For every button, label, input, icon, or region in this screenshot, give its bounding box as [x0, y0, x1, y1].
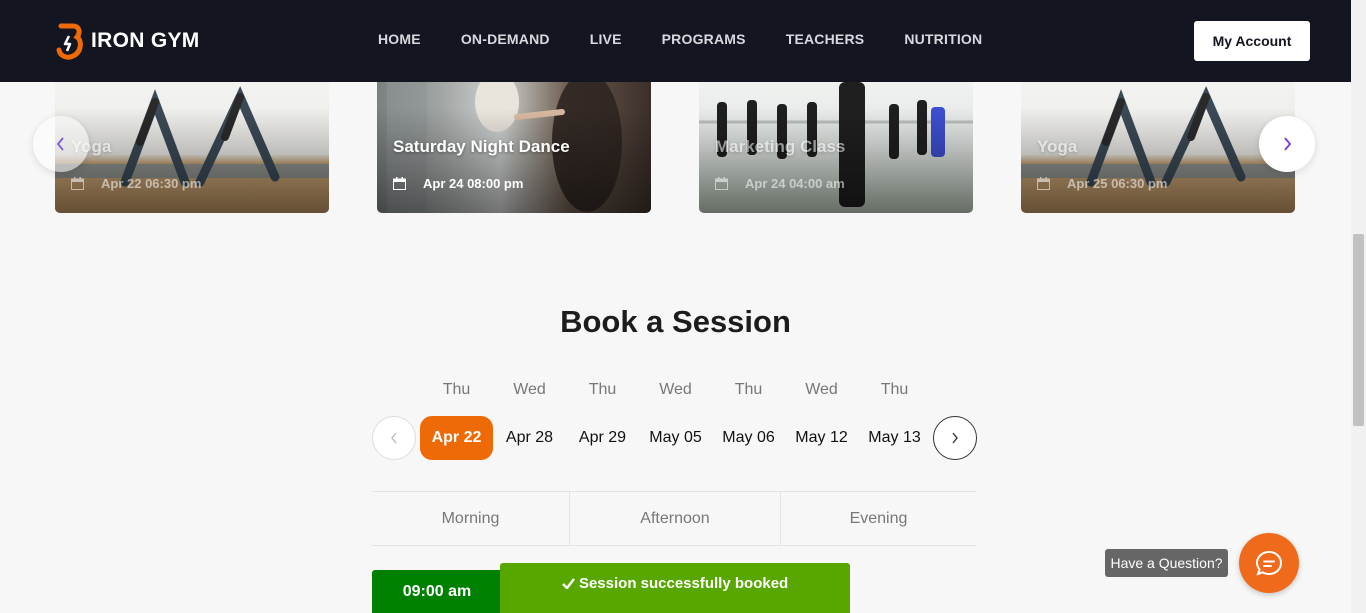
class-date: Apr 25 06:30 pm: [1067, 176, 1168, 191]
my-account-button[interactable]: My Account: [1194, 21, 1310, 61]
weekday-label: Thu: [442, 381, 471, 398]
carousel-next-button[interactable]: [1259, 116, 1315, 172]
date-option[interactable]: Apr 28: [493, 416, 566, 460]
scrollbar-thumb[interactable]: [1353, 234, 1364, 426]
tab-morning[interactable]: Morning: [372, 492, 570, 545]
date-option[interactable]: May 12: [785, 416, 858, 460]
chevron-right-icon: [1284, 137, 1292, 151]
chevron-right-icon: [952, 432, 958, 444]
class-card[interactable]: Saturday Night Dance Apr 24 08:00 pm: [377, 82, 651, 213]
carousel-prev-button[interactable]: [33, 116, 89, 172]
logo[interactable]: IRON GYM: [55, 22, 200, 60]
calendar-icon: [71, 177, 84, 190]
time-of-day-tabs: Morning Afternoon Evening: [372, 491, 976, 546]
site-header: IRON GYM HOME ON-DEMAND LIVE PROGRAMS TE…: [0, 0, 1351, 82]
class-date: Apr 22 06:30 pm: [101, 176, 202, 191]
class-title: Saturday Night Dance: [393, 137, 570, 156]
help-tooltip: Have a Question?: [1105, 549, 1228, 577]
weekday-label: Wed: [513, 381, 546, 398]
chevron-left-icon: [391, 432, 397, 444]
weekday-label: Wed: [659, 381, 692, 398]
class-card[interactable]: Yoga Apr 22 06:30 pm: [55, 82, 329, 213]
calendar-icon: [393, 177, 406, 190]
date-option[interactable]: May 05: [639, 416, 712, 460]
section-title: Book a Session: [560, 304, 791, 339]
logo-icon: [56, 23, 83, 60]
page-scrollbar[interactable]: [1351, 0, 1366, 613]
weekday-label: Thu: [880, 381, 909, 398]
nav-programs[interactable]: PROGRAMS: [662, 31, 746, 47]
nav-home[interactable]: HOME: [378, 31, 421, 47]
nav-teachers[interactable]: TEACHERS: [786, 31, 865, 47]
toast-message: Session successfully booked: [578, 575, 789, 592]
chat-bubble-icon: [1255, 550, 1283, 576]
date-option-selected[interactable]: Apr 22: [420, 416, 493, 460]
weekday-row: Thu Wed Thu Wed Thu Wed Thu: [420, 381, 931, 399]
class-card[interactable]: Marketing Class Apr 24 04:00 am: [699, 82, 973, 213]
main-nav: HOME ON-DEMAND LIVE PROGRAMS TEACHERS NU…: [378, 31, 1022, 47]
date-option[interactable]: May 13: [858, 416, 931, 460]
calendar-icon: [715, 177, 728, 190]
nav-live[interactable]: LIVE: [590, 31, 622, 47]
chat-button[interactable]: [1239, 533, 1299, 593]
date-option[interactable]: Apr 29: [566, 416, 639, 460]
chevron-left-icon: [56, 137, 64, 151]
time-slot-button[interactable]: 09:00 am: [372, 570, 502, 613]
tab-evening[interactable]: Evening: [781, 492, 976, 545]
nav-on-demand[interactable]: ON-DEMAND: [461, 31, 550, 47]
nav-nutrition[interactable]: NUTRITION: [904, 31, 982, 47]
class-carousel: Yoga Apr 22 06:30 pm Saturday Night Danc…: [0, 82, 1351, 213]
check-icon: [561, 578, 575, 590]
dates-prev-button[interactable]: [372, 416, 416, 460]
calendar-icon: [1037, 177, 1050, 190]
class-title: Yoga: [1037, 137, 1078, 156]
weekday-label: Thu: [588, 381, 617, 398]
date-option[interactable]: May 06: [712, 416, 785, 460]
date-picker: Apr 22 Apr 28 Apr 29 May 05 May 06 May 1…: [420, 416, 931, 460]
logo-text: IRON GYM: [91, 29, 200, 52]
class-date: Apr 24 04:00 am: [745, 176, 845, 191]
class-card[interactable]: Yoga Apr 25 06:30 pm: [1021, 82, 1295, 213]
class-title: Marketing Class: [715, 137, 846, 156]
dates-next-button[interactable]: [933, 416, 977, 460]
class-date: Apr 24 08:00 pm: [423, 176, 524, 191]
tab-afternoon[interactable]: Afternoon: [570, 492, 781, 545]
success-toast: Session successfully booked: [500, 563, 850, 613]
weekday-label: Thu: [734, 381, 763, 398]
weekday-label: Wed: [805, 381, 838, 398]
